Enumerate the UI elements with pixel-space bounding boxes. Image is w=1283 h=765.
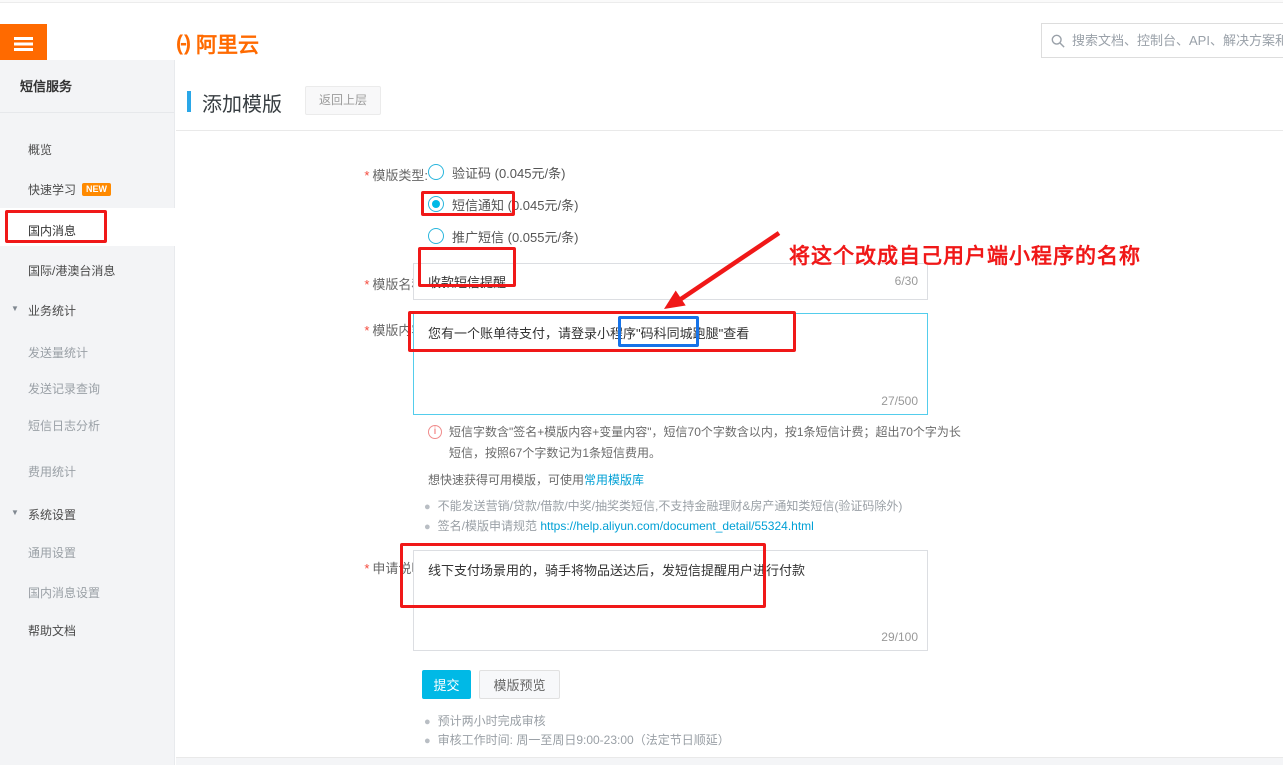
template-name-counter: 6/30 xyxy=(895,274,918,288)
caret-down-icon: ▼ xyxy=(11,304,19,313)
back-to-parent-button[interactable]: 返回上层 xyxy=(305,86,381,115)
aliyun-logo[interactable]: (-) 阿里云 xyxy=(176,29,259,59)
required-asterisk: * xyxy=(364,561,369,576)
template-preview-button[interactable]: 模版预览 xyxy=(479,670,560,699)
radio-option-label: 推广短信 (0.055元/条) xyxy=(452,227,578,246)
sidebar-group-business-stats[interactable]: ▼ 业务统计 xyxy=(28,302,76,319)
radio-option-label: 短信通知 (0.045元/条) xyxy=(452,195,578,214)
sidebar-item-domestic-messages[interactable]: 国内消息 xyxy=(28,222,76,239)
sidebar-item-send-volume-stats[interactable]: 发送量统计 xyxy=(28,344,88,361)
template-content-textarea[interactable]: 您有一个账单待支付，请登录小程序"码科同城跑腿"查看 xyxy=(413,313,928,415)
bullet-icon: ● xyxy=(424,521,431,533)
search-input[interactable] xyxy=(1072,33,1283,48)
sidebar-selected-highlight xyxy=(0,208,175,246)
review-note-2: ●审核工作时间: 周一至周日9:00-23:00（法定节日顺延） xyxy=(424,731,730,748)
rule-line-restrictions: ●不能发送营销/贷款/借款/中奖/抽奖类短信,不支持金融理财&房产通知类短信(验… xyxy=(424,497,902,514)
radio-option-label: 验证码 (0.045元/条) xyxy=(452,163,565,182)
sidebar-group-label: 系统设置 xyxy=(28,506,76,523)
sidebar-group-label: 业务统计 xyxy=(28,302,76,319)
page-title: 添加模版 xyxy=(202,88,282,117)
sidebar-item-sms-log-analysis[interactable]: 短信日志分析 xyxy=(28,417,100,434)
top-navbar: (-) 阿里云 xyxy=(0,0,1283,60)
required-asterisk: * xyxy=(364,323,369,338)
hamburger-icon xyxy=(14,37,33,40)
aliyun-logo-icon: (-) xyxy=(176,32,191,56)
sidebar-item-quick-learn[interactable]: 快速学习 NEW xyxy=(28,181,111,198)
new-badge: NEW xyxy=(82,183,111,196)
radio-icon[interactable] xyxy=(428,164,444,180)
radio-option-promo-sms[interactable]: 推广短信 (0.055元/条) xyxy=(428,226,578,246)
application-desc-counter: 29/100 xyxy=(881,630,918,644)
caret-down-icon: ▼ xyxy=(11,508,19,517)
sidebar-item-domestic-msg-settings[interactable]: 国内消息设置 xyxy=(28,584,100,601)
radio-option-verification-code[interactable]: 验证码 (0.045元/条) xyxy=(428,162,565,182)
bullet-icon: ● xyxy=(424,501,431,513)
sidebar-item-intl-messages[interactable]: 国际/港澳台消息 xyxy=(28,262,115,279)
sidebar-item-help-docs[interactable]: 帮助文档 xyxy=(28,622,76,639)
bottom-strip xyxy=(176,757,1283,765)
template-content-field-wrap: 您有一个账单待支付，请登录小程序"码科同城跑腿"查看 27/500 xyxy=(413,313,928,415)
aliyun-sms-console-page: (-) 阿里云 短信服务 概览 快速学习 NEW 国内消息 国际/港澳台消息 ▼… xyxy=(0,0,1283,765)
info-icon xyxy=(428,425,442,439)
rule-line-spec: ●签名/模版申请规范 https://help.aliyun.com/docum… xyxy=(424,517,814,534)
radio-option-sms-notification[interactable]: 短信通知 (0.045元/条) xyxy=(428,194,578,214)
submit-button[interactable]: 提交 xyxy=(422,670,471,699)
common-template-library-link[interactable]: 常用模版库 xyxy=(584,473,644,487)
quick-template-hint: 想快速获得可用模版，可使用常用模版库 xyxy=(428,471,644,488)
annotation-note: 将这个改成自己用户端小程序的名称 xyxy=(789,240,1141,270)
radio-icon[interactable] xyxy=(428,228,444,244)
application-desc-textarea[interactable]: 线下支付场景用的，骑手将物品送达后，发短信提醒用户进行付款 xyxy=(413,550,928,651)
bullet-icon: ● xyxy=(424,716,431,728)
aliyun-logo-text: 阿里云 xyxy=(196,29,259,59)
required-asterisk: * xyxy=(364,168,369,183)
sidebar-item-general-settings[interactable]: 通用设置 xyxy=(28,544,76,561)
sidebar-title: 短信服务 xyxy=(0,60,174,113)
sidebar-item-cost-stats[interactable]: 费用统计 xyxy=(28,463,76,480)
review-note-1: ●预计两小时完成审核 xyxy=(424,712,546,729)
sidebar-item-label: 快速学习 xyxy=(28,181,76,198)
search-icon xyxy=(1051,34,1065,48)
sidebar-item-send-record-query[interactable]: 发送记录查询 xyxy=(28,380,100,397)
spec-doc-link[interactable]: https://help.aliyun.com/document_detail/… xyxy=(540,519,814,533)
bullet-icon: ● xyxy=(424,735,431,747)
radio-icon-selected[interactable] xyxy=(428,196,444,212)
sidebar-item-overview[interactable]: 概览 xyxy=(28,141,52,158)
template-type-label: *模版类型: xyxy=(330,165,428,184)
radio-selected-dot xyxy=(432,200,440,208)
sidebar: 短信服务 概览 快速学习 NEW 国内消息 国际/港澳台消息 ▼ 业务统计 发送… xyxy=(0,60,175,765)
template-content-counter: 27/500 xyxy=(881,394,918,408)
hamburger-menu-button[interactable] xyxy=(0,24,47,62)
topbar-search[interactable] xyxy=(1041,23,1283,58)
application-desc-field-wrap: 线下支付场景用的，骑手将物品送达后，发短信提醒用户进行付款 29/100 xyxy=(413,550,928,651)
header-divider xyxy=(176,130,1283,131)
sidebar-group-system-settings[interactable]: ▼ 系统设置 xyxy=(28,506,76,523)
required-asterisk: * xyxy=(364,277,369,292)
title-accent-bar xyxy=(187,91,191,112)
sms-billing-hint: 短信字数含"签名+模版内容+变量内容"，短信70个字数含以内，按1条短信计费；超… xyxy=(428,422,962,464)
